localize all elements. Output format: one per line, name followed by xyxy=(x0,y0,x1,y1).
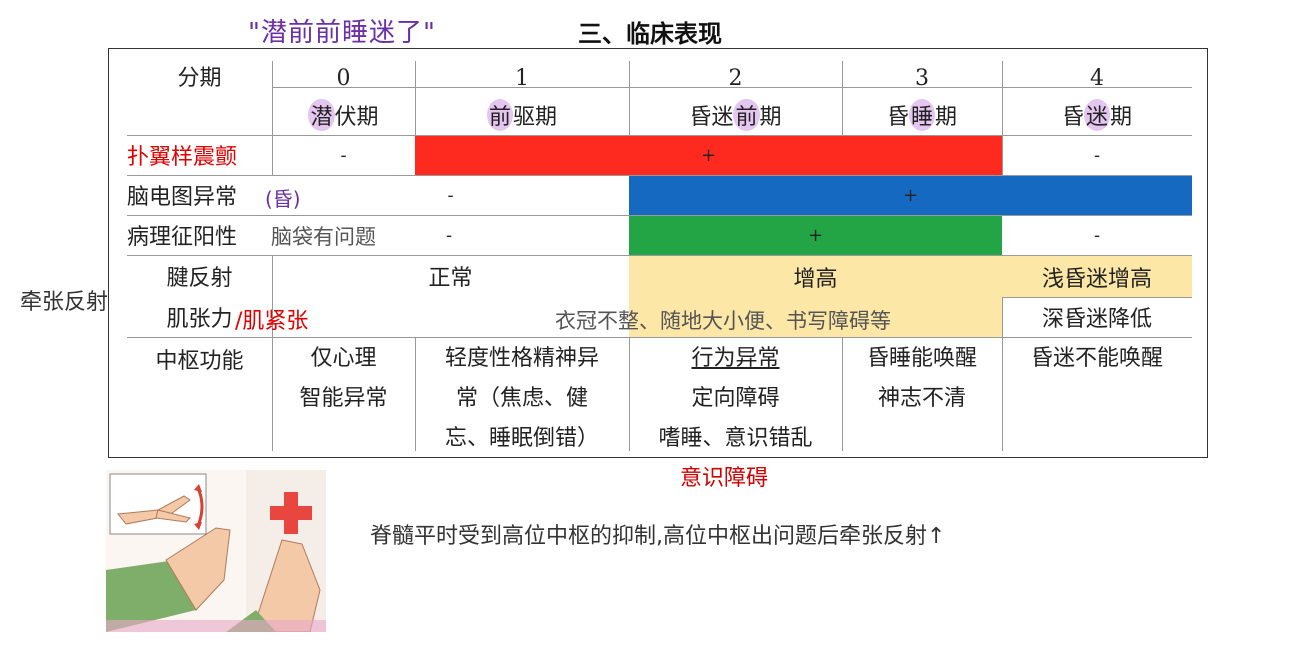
cns-text-line: 轻度性格精神异 xyxy=(444,346,599,371)
stage-name-3: 昏睡期 xyxy=(842,95,1002,135)
tendon-deep-coma-cell: 深昏迷降低 xyxy=(1041,307,1152,332)
cns-text-line: 行为异常 xyxy=(691,346,780,371)
stage-name-4: 昏迷期 xyxy=(1002,95,1192,135)
stage-name-pre: 昏 xyxy=(1061,105,1084,130)
tendon-normal-value: 正常 xyxy=(428,266,473,291)
asterixis-illustration-svg xyxy=(106,470,326,632)
cns-text-line: 智能异常 xyxy=(299,386,388,411)
cns-text-line: 昏睡能唤醒 xyxy=(866,346,977,371)
stage-number-2: 2 xyxy=(728,65,743,91)
stage-name-rest: 驱期 xyxy=(513,105,558,130)
handwritten-mnemonic: "潜前前睡迷了" xyxy=(248,18,436,48)
asterixis-illustration xyxy=(106,470,326,632)
cns-text-line: 嗜睡、意识错乱 xyxy=(658,426,813,451)
stage-name-rest: 期 xyxy=(759,105,782,130)
section-title: 三、临床表现 xyxy=(578,20,722,48)
asterixis-positive-bar: + xyxy=(415,136,1002,175)
stage-name-0: 潜伏期 xyxy=(272,95,415,135)
row-label-pathological-sign: 病理征阳性 xyxy=(127,225,238,250)
cns-text-line: 昏迷不能唤醒 xyxy=(1030,346,1163,371)
row-label-cns-function: 中枢功能 xyxy=(155,349,244,374)
stage-name-rest: 期 xyxy=(1110,105,1133,130)
stage-name-1: 前驱期 xyxy=(415,95,629,135)
asterixis-stage4-value: - xyxy=(1093,144,1101,166)
pathological-negative-value: - xyxy=(445,224,453,246)
cns-stage3: 昏睡能唤醒 神志不清 xyxy=(842,339,1002,419)
handwritten-behavior-note: 衣冠不整、随地大小便、书写障碍等 xyxy=(555,309,891,333)
highlight-char: 前 xyxy=(486,99,513,131)
cns-stage1: 轻度性格精神异 常（焦虑、健 忘、睡眠倒错） xyxy=(415,339,629,459)
row-label-eeg: 脑电图异常 xyxy=(127,185,238,210)
eeg-negative-value: - xyxy=(447,184,454,206)
tendon-light-coma-cell: 浅昏迷增高 xyxy=(1002,256,1192,297)
row-label-tendon-reflex: 腱反射 xyxy=(166,266,233,291)
cns-stage2: 行为异常 定向障碍 嗜睡、意识错乱 xyxy=(629,339,842,459)
stage-label: 分期 xyxy=(177,66,222,91)
stage-name-rest: 期 xyxy=(935,105,958,130)
clinical-table: 分期 0 1 2 3 4 潜伏期 前驱期 昏迷前期 昏睡期 昏迷期 扑翼样震颤 … xyxy=(108,48,1208,458)
handwritten-muscle-tension-note: /肌紧张 xyxy=(235,309,309,334)
handwritten-spinal-note: 脊髓平时受到高位中枢的抑制,高位中枢出问题后牵张反射↑ xyxy=(370,524,946,549)
asterixis-plus: + xyxy=(700,145,717,166)
pathological-stage4-value: - xyxy=(1093,224,1101,246)
highlight-char: 迷 xyxy=(1083,99,1110,131)
stage-number-0: 0 xyxy=(336,65,351,91)
eeg-plus: + xyxy=(902,185,919,206)
cns-text-line: 仅心理 xyxy=(310,346,377,371)
pathological-plus: + xyxy=(807,225,824,246)
row-label-asterixis: 扑翼样震颤 xyxy=(127,145,238,170)
handwritten-pathology-note: 脑袋有问题 xyxy=(271,225,376,249)
cns-stage4: 昏迷不能唤醒 xyxy=(1002,339,1192,379)
highlight-char: 潜 xyxy=(308,99,335,131)
tendon-light-text: 浅昏迷增高 xyxy=(1041,266,1152,292)
stage-number-3: 3 xyxy=(915,65,929,91)
cns-text-line: 神志不清 xyxy=(877,386,966,411)
pathological-positive-bar: + xyxy=(629,216,1002,255)
eeg-positive-bar: + xyxy=(629,176,1192,215)
stage-name-rest: 伏期 xyxy=(334,105,379,130)
asterixis-stage0-value: - xyxy=(340,144,347,166)
tendon-high-text: 增高 xyxy=(793,266,838,292)
cns-text-line: 定向障碍 xyxy=(691,386,780,411)
highlight-char: 前 xyxy=(733,99,760,131)
handwritten-consciousness-note: 意识障碍 xyxy=(680,466,769,491)
stage-number-1: 1 xyxy=(515,65,529,91)
stage-number-4: 4 xyxy=(1090,65,1104,91)
stage-name-pre: 昏迷 xyxy=(689,105,734,130)
tendon-increased-cell: 增高 xyxy=(629,256,1002,297)
cns-stage0: 仅心理 智能异常 xyxy=(272,339,415,419)
stage-name-2: 昏迷前期 xyxy=(629,95,842,135)
cns-text-line: 常（焦虑、健 xyxy=(455,386,588,411)
cns-text-line: 忘、睡眠倒错） xyxy=(444,426,599,451)
stage-name-pre: 昏 xyxy=(886,105,909,130)
highlight-char: 睡 xyxy=(908,99,935,131)
